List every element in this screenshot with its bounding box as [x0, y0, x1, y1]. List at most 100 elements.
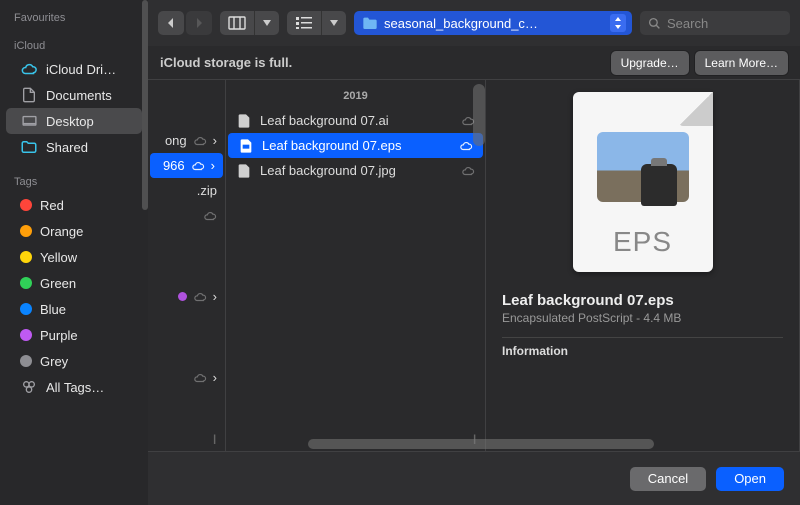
sidebar-item-tag-grey[interactable]: Grey	[6, 348, 142, 374]
preview-thumbnail: EPS	[573, 92, 713, 272]
desktop-icon	[20, 112, 38, 130]
tag-dot-icon	[20, 355, 32, 367]
file-name: Leaf background 07.ai	[260, 113, 453, 128]
file-jpg-icon	[236, 163, 252, 179]
group-icon[interactable]	[287, 11, 321, 35]
info-section-header: Information	[502, 337, 783, 358]
sidebar-item-label: Purple	[40, 328, 78, 343]
view-mode-control[interactable]	[220, 11, 279, 35]
preview-column: EPS Leaf background 07.eps Encapsulated …	[486, 80, 800, 451]
file-name: 966	[163, 158, 185, 173]
sidebar-item-label: Documents	[46, 88, 112, 103]
chevron-right-icon: ›	[213, 133, 217, 148]
column-resize-handle[interactable]: ||	[213, 434, 223, 445]
cloud-status-icon	[459, 139, 473, 153]
section-icloud: iCloud	[0, 36, 148, 56]
columns-view-icon[interactable]	[220, 11, 254, 35]
list-item[interactable]: ›	[148, 365, 225, 390]
sidebar-item-label: All Tags…	[46, 380, 104, 395]
list-item[interactable]: Leaf background 07.eps	[228, 133, 483, 158]
sidebar-item-label: Yellow	[40, 250, 77, 265]
cloud-status-icon	[203, 209, 217, 223]
column-browser: ong › 966› .zip › › || 2019 Leaf backgrou…	[148, 80, 800, 451]
sidebar-item-label: Green	[40, 276, 76, 291]
file-eps-icon	[238, 138, 254, 154]
forward-button[interactable]	[186, 11, 212, 35]
search-icon	[648, 17, 661, 30]
toolbar: seasonal_background_c… Search	[148, 0, 800, 46]
learn-more-button[interactable]: Learn More…	[695, 51, 788, 75]
file-ai-icon	[236, 113, 252, 129]
column-1: 2019 Leaf background 07.ai Leaf backgrou…	[226, 80, 486, 451]
preview-title: Leaf background 07.eps	[502, 292, 783, 309]
chevron-right-icon: ›	[213, 370, 217, 385]
chevron-right-icon: ›	[213, 289, 217, 304]
sidebar-item-documents[interactable]: Documents	[6, 82, 142, 108]
sidebar-item-tag-blue[interactable]: Blue	[6, 296, 142, 322]
main-panel: seasonal_background_c… Search iCloud sto…	[148, 0, 800, 505]
tag-dot-icon	[20, 225, 32, 237]
path-popup[interactable]: seasonal_background_c…	[354, 11, 632, 35]
view-chevron-icon[interactable]	[254, 11, 279, 35]
sidebar-item-all-tags[interactable]: All Tags…	[6, 374, 142, 400]
list-item[interactable]: ong ›	[148, 128, 225, 153]
tag-dot-icon	[20, 329, 32, 341]
cloud-status-icon	[461, 114, 475, 128]
preview-subtitle: Encapsulated PostScript - 4.4 MB	[502, 311, 783, 325]
column-0: ong › 966› .zip › › ||	[148, 80, 226, 451]
tag-dot-icon	[20, 199, 32, 211]
sidebar-item-label: iCloud Dri…	[46, 62, 116, 77]
group-chevron-icon[interactable]	[321, 11, 346, 35]
sidebar-item-tag-orange[interactable]: Orange	[6, 218, 142, 244]
preview-badge: EPS	[573, 226, 713, 258]
cloud-icon	[20, 60, 38, 78]
section-tags: Tags	[0, 172, 148, 192]
list-item[interactable]	[148, 203, 225, 228]
file-name: .zip	[197, 183, 217, 198]
updown-icon	[610, 14, 626, 32]
list-item[interactable]: Leaf background 07.ai	[226, 108, 485, 133]
sidebar-item-label: Orange	[40, 224, 83, 239]
cancel-button[interactable]: Cancel	[630, 467, 706, 491]
sidebar-item-shared[interactable]: Shared	[6, 134, 142, 160]
sidebar-item-desktop[interactable]: Desktop	[6, 108, 142, 134]
cloud-status-icon	[461, 164, 475, 178]
group-control[interactable]	[287, 11, 346, 35]
back-button[interactable]	[158, 11, 184, 35]
file-name: ong	[165, 133, 187, 148]
list-item[interactable]: ›	[148, 284, 225, 309]
file-name: Leaf background 07.jpg	[260, 163, 453, 178]
sidebar-item-label: Desktop	[46, 114, 94, 129]
list-item[interactable]: .zip	[148, 178, 225, 203]
tag-indicator-icon	[178, 292, 187, 301]
path-label: seasonal_background_c…	[384, 16, 604, 31]
date-group-header: 2019	[226, 80, 485, 108]
cloud-status-icon	[193, 290, 207, 304]
tag-dot-icon	[20, 277, 32, 289]
open-button[interactable]: Open	[716, 467, 784, 491]
document-icon	[20, 86, 38, 104]
cloud-status-icon	[191, 159, 205, 173]
notice-message: iCloud storage is full.	[160, 55, 605, 70]
sidebar-item-label: Shared	[46, 140, 88, 155]
list-item[interactable]: Leaf background 07.jpg	[226, 158, 485, 183]
file-name: Leaf background 07.eps	[262, 138, 451, 153]
search-placeholder: Search	[667, 16, 708, 31]
sidebar-item-tag-red[interactable]: Red	[6, 192, 142, 218]
storage-notice: iCloud storage is full. Upgrade… Learn M…	[148, 46, 800, 80]
section-favourites: Favourites	[0, 8, 148, 28]
sidebar-item-tag-green[interactable]: Green	[6, 270, 142, 296]
list-item[interactable]: 966›	[150, 153, 223, 178]
tag-dot-icon	[20, 251, 32, 263]
sidebar-item-tag-yellow[interactable]: Yellow	[6, 244, 142, 270]
horizontal-scrollbar[interactable]	[308, 439, 788, 451]
all-tags-icon	[20, 378, 38, 396]
sidebar-item-icloud-drive[interactable]: iCloud Dri…	[6, 56, 142, 82]
tag-dot-icon	[20, 303, 32, 315]
sidebar-item-label: Grey	[40, 354, 68, 369]
sidebar-item-tag-purple[interactable]: Purple	[6, 322, 142, 348]
search-field[interactable]: Search	[640, 11, 790, 35]
sidebar: Favourites iCloud iCloud Dri… Documents …	[0, 0, 148, 505]
upgrade-button[interactable]: Upgrade…	[611, 51, 689, 75]
cloud-status-icon	[193, 134, 207, 148]
